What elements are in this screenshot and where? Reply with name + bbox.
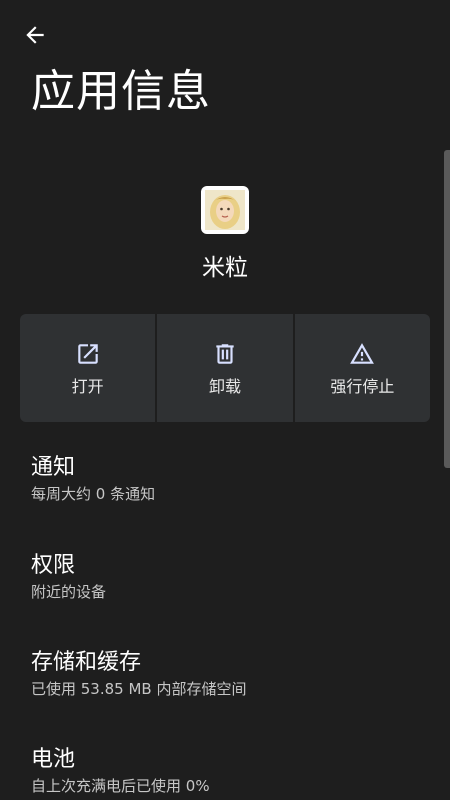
battery-item[interactable]: 电池 自上次充满电后已使用 0% bbox=[31, 745, 431, 797]
force-stop-button[interactable]: 强行停止 bbox=[294, 314, 430, 422]
action-bar: 打开 卸载 强行停止 bbox=[20, 314, 430, 422]
open-button[interactable]: 打开 bbox=[20, 314, 156, 422]
app-info-screen: 应用信息 米粒 打开 卸载 强行停止 通知 每周大约 0 条通知 权限 附近的设… bbox=[0, 0, 450, 800]
uninstall-button[interactable]: 卸载 bbox=[157, 314, 293, 422]
app-name: 米粒 bbox=[202, 255, 248, 281]
page-title: 应用信息 bbox=[31, 66, 211, 117]
uninstall-label: 卸载 bbox=[208, 377, 241, 396]
notifications-summary: 每周大约 0 条通知 bbox=[31, 485, 156, 503]
permissions-summary: 附近的设备 bbox=[31, 583, 107, 601]
storage-cache-title: 存储和缓存 bbox=[31, 650, 142, 675]
battery-summary: 自上次充满电后已使用 0% bbox=[31, 777, 210, 795]
warning-icon bbox=[349, 341, 375, 367]
open-external-icon bbox=[75, 341, 101, 367]
force-stop-label: 强行停止 bbox=[330, 377, 395, 396]
trash-icon bbox=[212, 341, 238, 367]
storage-cache-item[interactable]: 存储和缓存 已使用 53.85 MB 内部存储空间 bbox=[31, 648, 431, 700]
scrollbar[interactable] bbox=[444, 150, 450, 468]
battery-title: 电池 bbox=[31, 747, 76, 772]
notifications-item[interactable]: 通知 每周大约 0 条通知 bbox=[31, 453, 431, 505]
back-button[interactable] bbox=[14, 14, 56, 56]
app-icon bbox=[201, 186, 249, 234]
permissions-title: 权限 bbox=[31, 553, 76, 578]
arrow-back-icon bbox=[26, 26, 44, 44]
permissions-item[interactable]: 权限 附近的设备 bbox=[31, 551, 431, 603]
open-label: 打开 bbox=[71, 377, 104, 396]
storage-cache-summary: 已使用 53.85 MB 内部存储空间 bbox=[31, 680, 247, 698]
notifications-title: 通知 bbox=[31, 455, 76, 480]
